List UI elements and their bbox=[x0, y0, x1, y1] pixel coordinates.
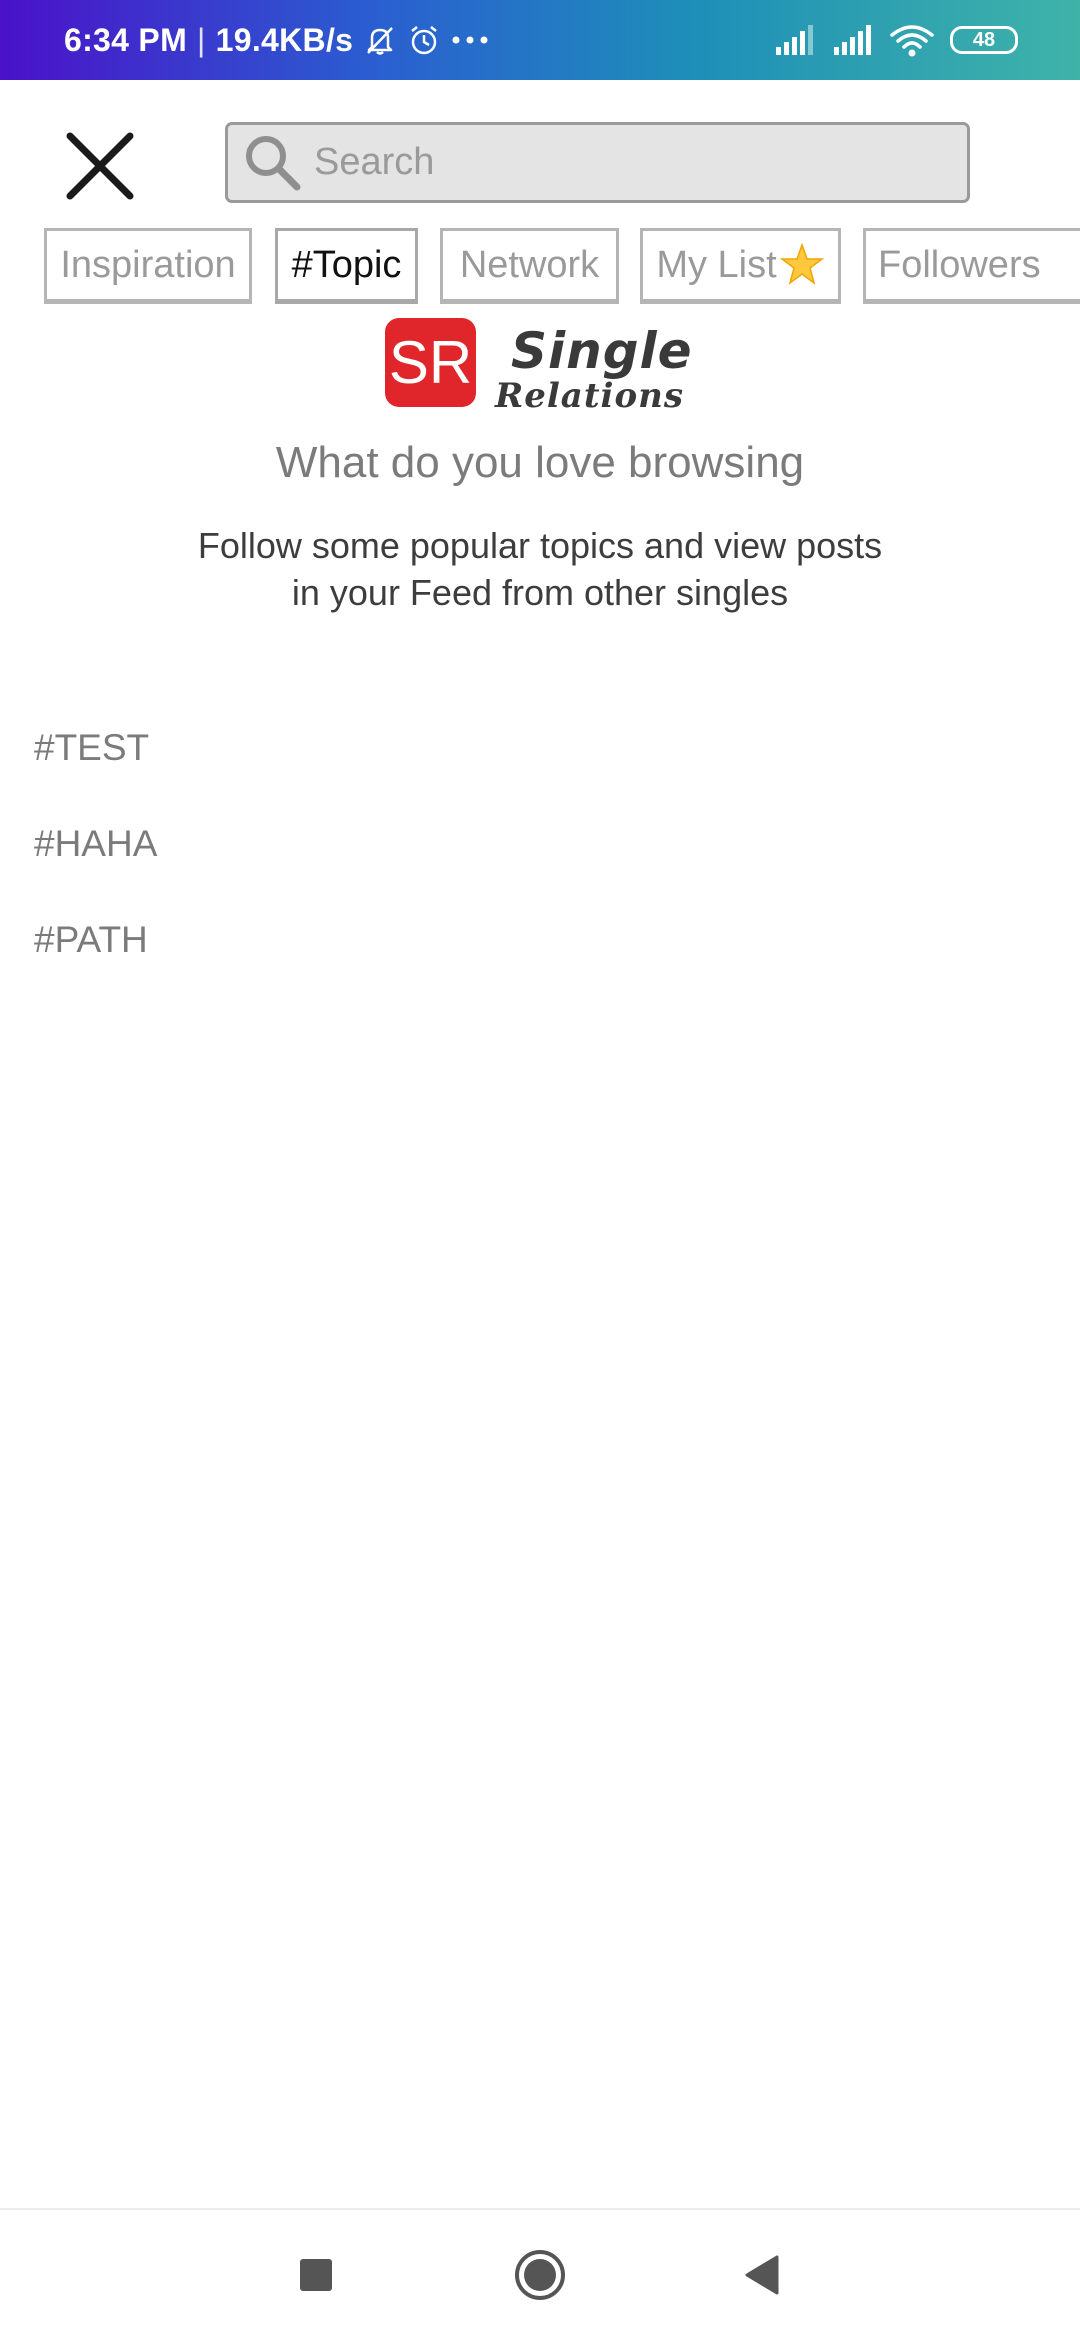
recent-apps-icon bbox=[300, 2259, 332, 2291]
page-headline: What do you love browsing bbox=[275, 438, 805, 487]
tab-bar: Inspiration #Topic Network My List Follo… bbox=[0, 228, 1080, 308]
more-dots-icon bbox=[451, 34, 489, 46]
tab-inspiration[interactable]: Inspiration bbox=[44, 228, 252, 304]
alarm-icon bbox=[407, 23, 441, 57]
logo-word-relations: Relations bbox=[495, 376, 684, 416]
system-nav-bar bbox=[0, 2210, 1080, 2340]
tab-label: Network bbox=[459, 243, 600, 286]
page-description: Follow some popular topics and view post… bbox=[140, 522, 940, 616]
home-icon bbox=[515, 2250, 565, 2300]
tab-followers[interactable]: Followers bbox=[863, 228, 1080, 304]
description-line-2: in your Feed from other singles bbox=[291, 572, 789, 613]
logo-badge: SR bbox=[385, 318, 476, 407]
network-speed: 19.4KB/s bbox=[215, 21, 354, 58]
back-icon bbox=[745, 2255, 779, 2295]
signal-icon bbox=[832, 25, 874, 55]
bell-mute-icon bbox=[363, 23, 397, 57]
logo-word-single: Single bbox=[511, 322, 693, 380]
logo-badge-text: SR bbox=[388, 329, 473, 396]
status-left: 6:34 PM | 19.4KB/s bbox=[64, 0, 489, 80]
status-time: 6:34 PM bbox=[64, 21, 188, 58]
battery-icon: 48 bbox=[950, 26, 1018, 54]
topic-item[interactable]: #PATH bbox=[34, 892, 1034, 988]
topic-item[interactable]: #HAHA bbox=[34, 796, 1034, 892]
description-line-1: Follow some popular topics and view post… bbox=[197, 525, 883, 566]
tab-my-list[interactable]: My List bbox=[640, 228, 841, 304]
recent-apps-button[interactable] bbox=[266, 2210, 366, 2340]
tab-topic[interactable]: #Topic bbox=[275, 228, 418, 304]
close-icon bbox=[66, 132, 134, 200]
signal-icon bbox=[774, 25, 816, 55]
topic-item[interactable]: #TEST bbox=[34, 700, 1034, 796]
close-button[interactable] bbox=[60, 126, 140, 206]
wifi-icon bbox=[890, 23, 934, 57]
star-icon bbox=[779, 242, 825, 288]
status-separator: | bbox=[197, 21, 206, 58]
tab-network[interactable]: Network bbox=[440, 228, 619, 304]
status-bar: 6:34 PM | 19.4KB/s 48 bbox=[0, 0, 1080, 80]
status-right: 48 bbox=[774, 0, 1018, 80]
topic-discovery-screen: 6:34 PM | 19.4KB/s 48 Search Inspiration… bbox=[0, 0, 1080, 2340]
search-input[interactable] bbox=[314, 127, 934, 198]
tab-label: Inspiration bbox=[60, 243, 236, 286]
tab-label: Followers bbox=[878, 243, 1041, 286]
topic-list: #TEST #HAHA #PATH bbox=[34, 700, 1034, 988]
search-icon bbox=[242, 132, 304, 194]
home-button[interactable] bbox=[490, 2210, 590, 2340]
battery-level: 48 bbox=[972, 28, 996, 51]
tab-label: My List bbox=[656, 243, 777, 286]
app-logo: SR Single Relations bbox=[385, 318, 692, 418]
search-box[interactable] bbox=[225, 122, 970, 203]
tab-label: #Topic bbox=[291, 243, 402, 286]
back-button[interactable] bbox=[712, 2210, 812, 2340]
